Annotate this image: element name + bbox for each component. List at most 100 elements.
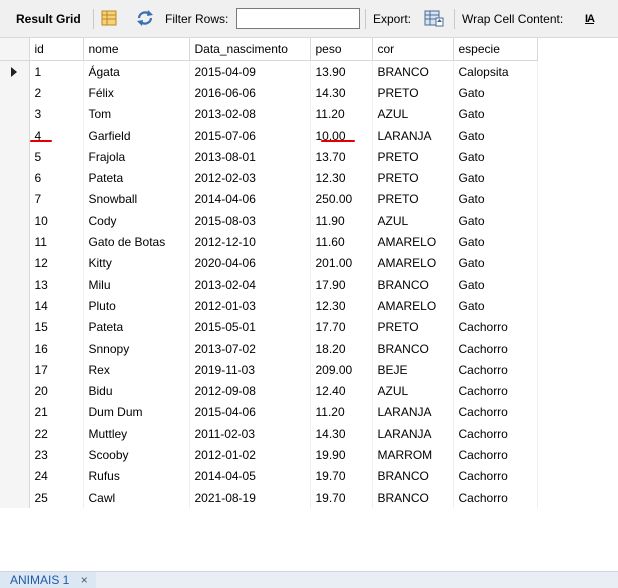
row-selector[interactable] — [0, 295, 30, 317]
cell-peso[interactable]: 209.00 — [310, 359, 373, 381]
cell-especie[interactable]: Calopsita — [453, 60, 538, 83]
cell-data_nascimento[interactable]: 2013-02-04 — [189, 273, 311, 296]
row-selector[interactable] — [0, 167, 30, 189]
cell-data_nascimento[interactable]: 2015-08-03 — [189, 210, 311, 232]
close-icon[interactable]: × — [81, 573, 88, 587]
cell-data_nascimento[interactable]: 2012-01-02 — [189, 444, 311, 466]
tab-animais-1[interactable]: ANIMAIS 1 × — [0, 572, 96, 588]
row-selector[interactable] — [0, 486, 30, 509]
row-selector[interactable] — [0, 465, 30, 487]
row-selector[interactable] — [0, 252, 30, 274]
cell-data_nascimento[interactable]: 2013-02-08 — [189, 103, 311, 125]
cell-peso[interactable]: 19.90 — [310, 444, 373, 466]
cell-nome[interactable]: Félix — [83, 82, 190, 104]
table-row[interactable]: 12 Kitty 2020-04-06 201.00 AMARELO Gato — [0, 252, 538, 274]
cell-especie[interactable]: Cachorro — [453, 316, 538, 338]
table-row[interactable]: 21 Dum Dum 2015-04-06 11.20 LARANJA Cachorro — [0, 401, 538, 424]
cell-peso[interactable]: 13.70 — [310, 146, 373, 168]
cell-peso[interactable]: 11.20 — [310, 103, 373, 125]
cell-id[interactable]: 15 — [29, 316, 84, 338]
filter-rows-input[interactable] — [236, 8, 360, 29]
cell-nome[interactable]: Muttley — [83, 423, 190, 445]
cell-nome[interactable]: Dum Dum — [83, 401, 190, 424]
wrap-cell-toggle-icon[interactable]: IA — [585, 12, 595, 26]
cell-cor[interactable]: BRANCO — [372, 465, 454, 487]
table-row[interactable]: 1 Ágata 2015-04-09 13.90 BRANCO Calopsita — [0, 60, 538, 83]
cell-cor[interactable]: LARANJA — [372, 423, 454, 445]
cell-especie[interactable]: Cachorro — [453, 486, 538, 509]
table-row[interactable]: 11 Gato de Botas 2012-12-10 11.60 AMARELO Gat… — [0, 231, 538, 253]
table-row[interactable]: 2 Félix 2016-06-06 14.30 PRETO Gato — [0, 82, 538, 104]
cell-cor[interactable]: LARANJA — [372, 124, 454, 147]
column-header[interactable]: id — [29, 38, 84, 61]
cell-peso[interactable]: 14.30 — [310, 423, 373, 445]
table-row[interactable]: 10 Cody 2015-08-03 11.90 AZUL Gato — [0, 210, 538, 232]
row-selector[interactable] — [0, 401, 30, 424]
row-selector[interactable] — [0, 60, 30, 83]
cell-especie[interactable]: Cachorro — [453, 401, 538, 424]
cell-nome[interactable]: Snnopy — [83, 337, 190, 360]
cell-cor[interactable]: PRETO — [372, 146, 454, 168]
cell-peso[interactable]: 12.30 — [310, 295, 373, 317]
row-selector[interactable] — [0, 124, 30, 147]
row-selector[interactable] — [0, 380, 30, 402]
cell-data_nascimento[interactable]: 2012-09-08 — [189, 380, 311, 402]
cell-id[interactable]: 17 — [29, 359, 84, 381]
cell-cor[interactable]: BRANCO — [372, 486, 454, 509]
cell-peso[interactable]: 17.70 — [310, 316, 373, 338]
cell-id[interactable]: 10 — [29, 210, 84, 232]
cell-id[interactable]: 2 — [29, 82, 84, 104]
cell-nome[interactable]: Pluto — [83, 295, 190, 317]
column-header[interactable]: peso — [310, 38, 373, 61]
cell-nome[interactable]: Cawl — [83, 486, 190, 509]
refresh-icon[interactable] — [136, 10, 154, 26]
cell-nome[interactable]: Bidu — [83, 380, 190, 402]
cell-id[interactable]: 12 — [29, 252, 84, 274]
cell-id[interactable]: 3 — [29, 103, 84, 125]
cell-especie[interactable]: Cachorro — [453, 359, 538, 381]
cell-peso[interactable]: 12.30 — [310, 167, 373, 189]
cell-data_nascimento[interactable]: 2014-04-05 — [189, 465, 311, 487]
cell-peso[interactable]: 13.90 — [310, 60, 373, 83]
table-row[interactable]: 16 Snnopy 2013-07-02 18.20 BRANCO Cachorro — [0, 337, 538, 360]
cell-id[interactable]: 13 — [29, 273, 84, 296]
row-selector[interactable] — [0, 273, 30, 296]
cell-nome[interactable]: Scooby — [83, 444, 190, 466]
row-selector[interactable] — [0, 188, 30, 211]
table-row[interactable]: 14 Pluto 2012-01-03 12.30 AMARELO Gato — [0, 295, 538, 317]
cell-cor[interactable]: PRETO — [372, 82, 454, 104]
cell-nome[interactable]: Ágata — [83, 60, 190, 83]
cell-id[interactable]: 1 — [29, 60, 84, 83]
cell-id[interactable]: 20 — [29, 380, 84, 402]
cell-peso[interactable]: 11.90 — [310, 210, 373, 232]
cell-peso[interactable]: 12.40 — [310, 380, 373, 402]
cell-data_nascimento[interactable]: 2014-04-06 — [189, 188, 311, 211]
cell-especie[interactable]: Cachorro — [453, 423, 538, 445]
cell-cor[interactable]: BRANCO — [372, 337, 454, 360]
cell-especie[interactable]: Cachorro — [453, 337, 538, 360]
cell-nome[interactable]: Snowball — [83, 188, 190, 211]
cell-especie[interactable]: Gato — [453, 252, 538, 274]
cell-peso[interactable]: 17.90 — [310, 273, 373, 296]
row-selector[interactable] — [0, 316, 30, 338]
cell-nome[interactable]: Pateta — [83, 167, 190, 189]
cell-cor[interactable]: BEJE — [372, 359, 454, 381]
cell-especie[interactable]: Gato — [453, 103, 538, 125]
table-row[interactable]: 17 Rex 2019-11-03 209.00 BEJE Cachorro — [0, 359, 538, 381]
cell-id[interactable]: 21 — [29, 401, 84, 424]
cell-id[interactable]: 6 — [29, 167, 84, 189]
cell-cor[interactable]: PRETO — [372, 167, 454, 189]
cell-id[interactable]: 11 — [29, 231, 84, 253]
cell-especie[interactable]: Gato — [453, 167, 538, 189]
cell-peso[interactable]: 18.20 — [310, 337, 373, 360]
cell-id[interactable]: 16 — [29, 337, 84, 360]
cell-especie[interactable]: Gato — [453, 273, 538, 296]
cell-data_nascimento[interactable]: 2013-08-01 — [189, 146, 311, 168]
cell-data_nascimento[interactable]: 2015-05-01 — [189, 316, 311, 338]
cell-id[interactable]: 4 — [29, 124, 84, 147]
cell-especie[interactable]: Gato — [453, 146, 538, 168]
table-row[interactable]: 7 Snowball 2014-04-06 250.00 PRETO Gato — [0, 188, 538, 211]
cell-peso[interactable]: 250.00 — [310, 188, 373, 211]
cell-especie[interactable]: Gato — [453, 188, 538, 211]
cell-cor[interactable]: MARROM — [372, 444, 454, 466]
